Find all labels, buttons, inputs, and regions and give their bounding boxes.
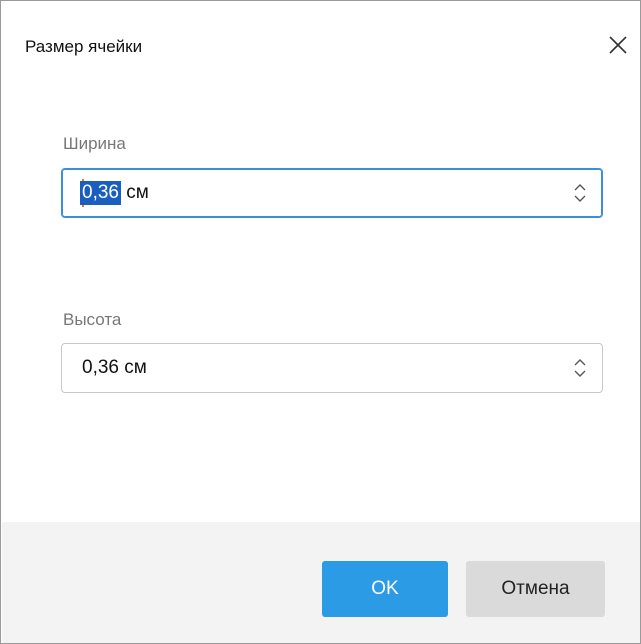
- dialog-title: Размер ячейки: [25, 37, 143, 56]
- width-label: Ширина: [63, 134, 126, 153]
- cancel-button[interactable]: Отмена: [466, 561, 605, 617]
- width-stepper[interactable]: [572, 181, 588, 205]
- width-spinbox[interactable]: 0,36 см: [61, 168, 603, 218]
- height-stepper[interactable]: [572, 356, 588, 380]
- width-value-selection: 0,36: [80, 181, 121, 205]
- height-label: Высота: [63, 310, 122, 329]
- height-value[interactable]: 0,36 см: [82, 356, 147, 380]
- cell-size-dialog: Размер ячейки Ширина 0,36 см Высота 0,36…: [0, 0, 641, 644]
- ok-button[interactable]: OK: [322, 561, 448, 617]
- width-value[interactable]: 0,36 см: [80, 181, 149, 205]
- close-button[interactable]: [606, 33, 630, 57]
- close-icon: [609, 36, 627, 54]
- width-unit: см: [120, 182, 149, 203]
- up-down-chevron-icon: [574, 184, 586, 202]
- up-down-chevron-icon: [574, 359, 586, 377]
- height-spinbox[interactable]: 0,36 см: [61, 343, 603, 393]
